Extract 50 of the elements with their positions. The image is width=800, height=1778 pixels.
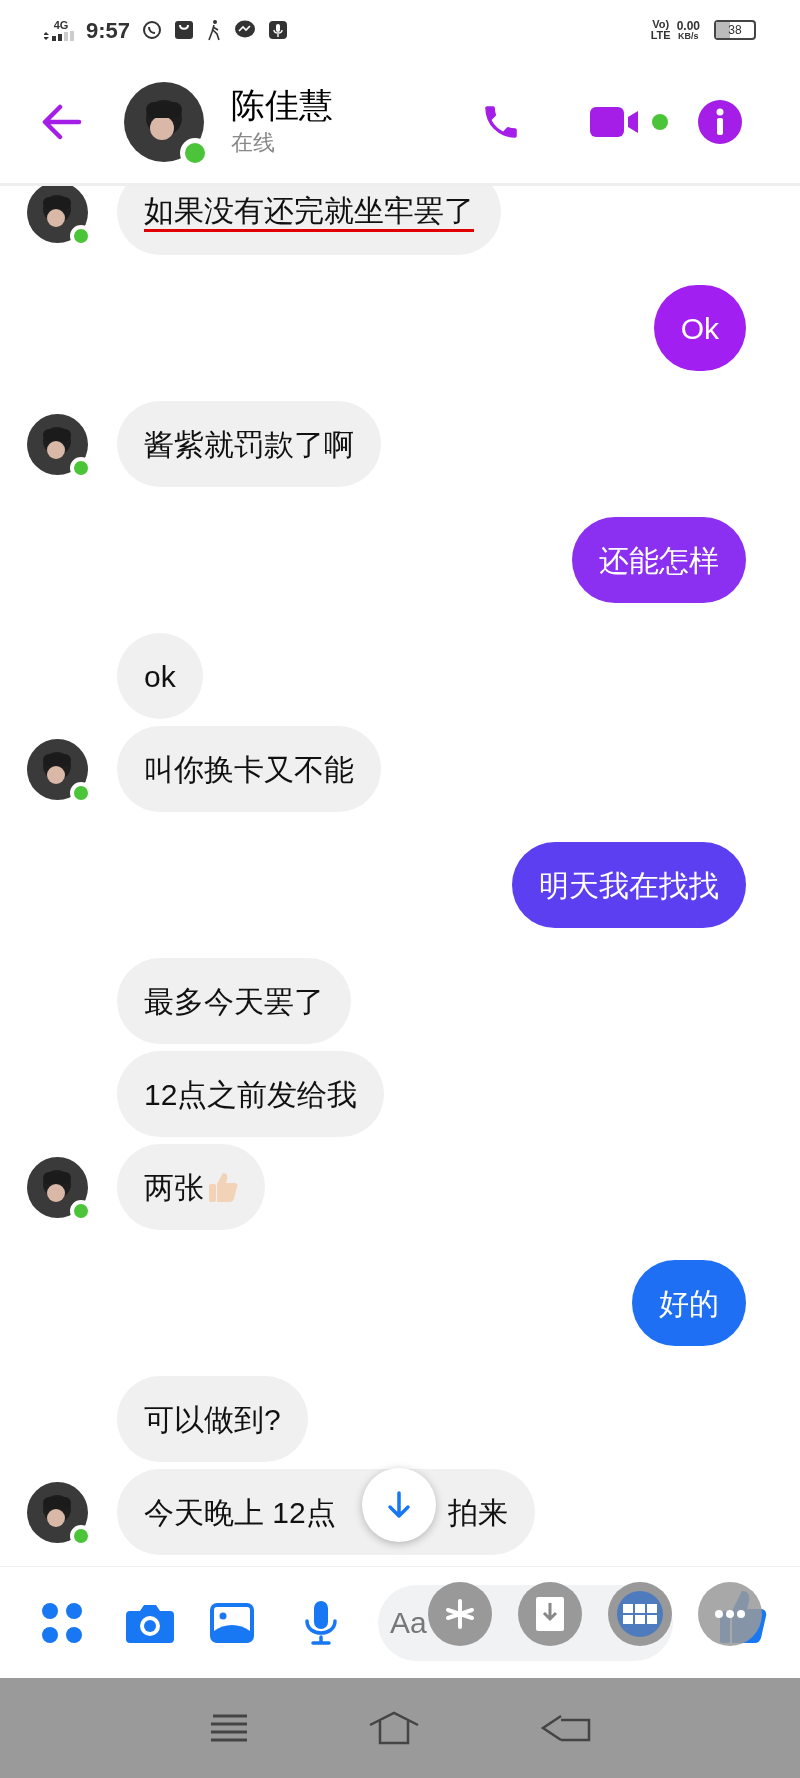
avatar-image[interactable]: [27, 186, 88, 243]
contact-status: 在线: [231, 129, 276, 158]
menu-icon[interactable]: [209, 1713, 250, 1743]
message-text: ok: [144, 658, 176, 695]
avatar-image[interactable]: [27, 414, 88, 475]
message-text: 拍来: [447, 1494, 508, 1531]
input-placeholder: Aa: [390, 1605, 427, 1641]
bag-icon: [174, 20, 195, 40]
back-arrow-icon[interactable]: [42, 103, 82, 140]
message-text: 今天晚上 12点: [144, 1494, 336, 1531]
message-text: 还能怎样: [599, 542, 719, 579]
avatar-image[interactable]: [27, 1157, 88, 1218]
down-arrow-icon: [387, 1491, 411, 1519]
microphone-icon: [268, 20, 289, 40]
home-icon[interactable]: [368, 1711, 420, 1745]
message-text: 两张: [144, 1169, 204, 1206]
message-text: 可以做到?: [144, 1401, 281, 1438]
download-icon: [536, 1597, 564, 1631]
microphone-icon[interactable]: [304, 1600, 338, 1645]
speed-unit: KB/s: [678, 31, 699, 41]
thumbs-up-icon: [208, 1171, 238, 1203]
lte-label: LTE: [650, 30, 671, 41]
chat-bubble-icon: [142, 20, 163, 40]
volte-label: Vo): [652, 19, 670, 30]
asterisk-icon: [443, 1597, 477, 1631]
photo-icon[interactable]: [210, 1602, 254, 1643]
avatar-image[interactable]: [27, 739, 88, 800]
more-dots-icon: [715, 1610, 745, 1618]
battery-level: 38: [728, 22, 742, 39]
avatar-image[interactable]: [27, 1482, 88, 1543]
message-text: 12点之前发给我: [144, 1076, 358, 1113]
message-text: 明天我在找找: [539, 867, 719, 904]
walking-icon: [206, 19, 223, 41]
message-text: 叫你换卡又不能: [144, 751, 354, 788]
grid-icon: [617, 1591, 663, 1637]
message-text: 如果没有还完就坐牢罢了: [144, 192, 474, 232]
info-icon[interactable]: [698, 99, 742, 144]
message-text: 好的: [659, 1285, 719, 1322]
back-icon[interactable]: [538, 1712, 591, 1744]
clock-time: 9:57: [86, 16, 131, 45]
message-text: 最多今天罢了: [144, 983, 324, 1020]
network-type: 4G: [53, 19, 69, 31]
data-speed: 0.00: [676, 19, 700, 32]
camera-icon[interactable]: [126, 1602, 174, 1643]
message-text: 酱紫就罚款了啊: [144, 426, 354, 463]
messenger-icon: [234, 20, 257, 40]
contact-name: 陈佳慧: [231, 84, 333, 126]
message-text: Ok: [680, 310, 719, 347]
avatar-image[interactable]: [124, 81, 204, 162]
menu-dots-icon[interactable]: [42, 1602, 82, 1643]
